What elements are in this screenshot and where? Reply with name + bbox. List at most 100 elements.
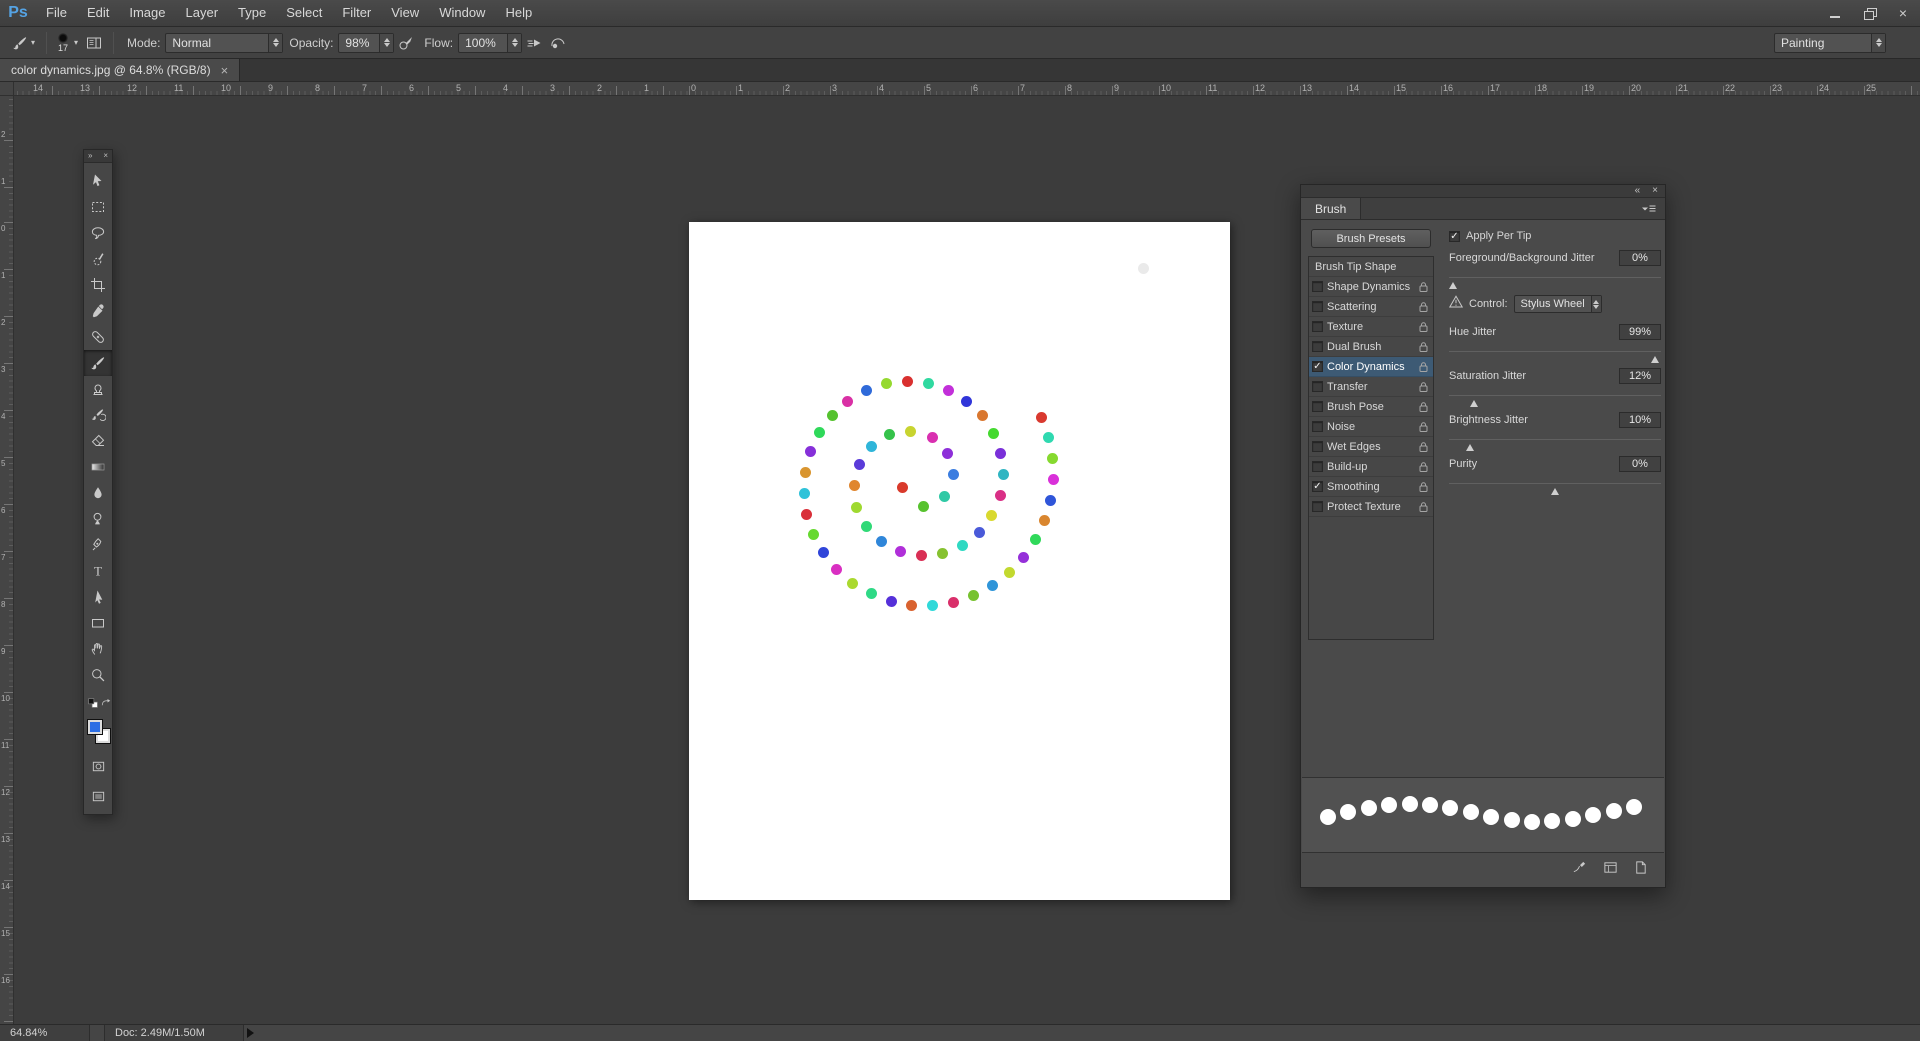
brush-setting-build-up[interactable]: Build-up xyxy=(1309,457,1433,477)
flow-select[interactable]: 100% xyxy=(458,32,523,53)
checkbox-brush-pose[interactable] xyxy=(1312,401,1323,412)
brush-setting-smoothing[interactable]: ✓ Smoothing xyxy=(1309,477,1433,497)
lock-icon[interactable] xyxy=(1418,401,1429,413)
quick-mask-button[interactable] xyxy=(84,754,112,778)
lock-icon[interactable] xyxy=(1418,421,1429,433)
vertical-ruler[interactable]: 2 1 0 1 2 3 4 5 6 7 8 9 10 11 12 13 14 15 16 xyxy=(0,96,14,1024)
tool-pen[interactable] xyxy=(84,532,112,558)
lock-icon[interactable] xyxy=(1418,421,1429,433)
tool-preset-picker[interactable]: ▾ xyxy=(8,31,39,55)
lock-icon[interactable] xyxy=(1418,481,1429,493)
airbrush-button[interactable] xyxy=(522,31,546,55)
menu-select[interactable]: Select xyxy=(276,0,332,26)
foreground-background-jitter-slider[interactable] xyxy=(1449,269,1661,289)
slider-thumb[interactable] xyxy=(1466,440,1475,451)
checkbox-build-up[interactable] xyxy=(1312,461,1323,472)
brush-preset-picker[interactable]: 17 ▾ xyxy=(54,32,82,53)
apply-per-tip-option[interactable]: ✓ Apply Per Tip xyxy=(1449,227,1661,245)
collapse-panel-icon[interactable]: « xyxy=(1635,186,1641,196)
tool-lasso[interactable] xyxy=(84,220,112,246)
restore-button[interactable] xyxy=(1852,0,1886,26)
close-panel-icon[interactable]: × xyxy=(1652,186,1658,196)
pressure-size-button[interactable] xyxy=(546,31,570,55)
lock-icon[interactable] xyxy=(1418,461,1429,473)
opacity-select[interactable]: 98% xyxy=(338,32,395,53)
tool-eraser[interactable] xyxy=(84,428,112,454)
slider-thumb[interactable] xyxy=(1449,278,1458,289)
brush-setting-transfer[interactable]: Transfer xyxy=(1309,377,1433,397)
lock-icon[interactable] xyxy=(1418,441,1429,453)
hue-jitter-slider[interactable] xyxy=(1449,343,1661,363)
tool-crop[interactable] xyxy=(84,272,112,298)
panel-menu-icon[interactable] xyxy=(1641,198,1665,219)
brush-setting-color-dynamics[interactable]: ✓ Color Dynamics xyxy=(1309,357,1433,377)
menu-file[interactable]: File xyxy=(36,0,77,26)
checkbox-dual-brush[interactable] xyxy=(1312,341,1323,352)
menu-image[interactable]: Image xyxy=(119,0,175,26)
tool-type[interactable]: T xyxy=(84,558,112,584)
menu-filter[interactable]: Filter xyxy=(332,0,381,26)
tool-path-select[interactable] xyxy=(84,584,112,610)
checkbox-shape-dynamics[interactable] xyxy=(1312,281,1323,292)
menu-edit[interactable]: Edit xyxy=(77,0,119,26)
saturation-jitter-value[interactable]: 12% xyxy=(1619,368,1661,384)
foreground-background-jitter-value[interactable]: 0% xyxy=(1619,250,1661,266)
lock-icon[interactable] xyxy=(1418,341,1429,353)
checkbox-scattering[interactable] xyxy=(1312,301,1323,312)
lock-icon[interactable] xyxy=(1418,501,1429,513)
swap-colors-icon[interactable] xyxy=(100,696,112,715)
brush-setting-brush-pose[interactable]: Brush Pose xyxy=(1309,397,1433,417)
lock-icon[interactable] xyxy=(1418,441,1429,453)
menu-type[interactable]: Type xyxy=(228,0,276,26)
brush-setting-brush-tip-shape[interactable]: Brush Tip Shape xyxy=(1309,257,1433,277)
brush-setting-noise[interactable]: Noise xyxy=(1309,417,1433,437)
brush-presets-button[interactable]: Brush Presets xyxy=(1311,229,1431,248)
apply-per-tip-checkbox[interactable]: ✓ xyxy=(1449,230,1460,242)
lock-icon[interactable] xyxy=(1418,281,1429,293)
hue-jitter-value[interactable]: 99% xyxy=(1619,324,1661,340)
tool-quick-select[interactable] xyxy=(84,246,112,272)
minimize-button[interactable] xyxy=(1818,0,1852,26)
checkbox-transfer[interactable] xyxy=(1312,381,1323,392)
brightness-jitter-value[interactable]: 10% xyxy=(1619,412,1661,428)
zoom-level-field[interactable]: 64.84% xyxy=(0,1025,90,1041)
tool-clone-stamp[interactable] xyxy=(84,376,112,402)
lock-icon[interactable] xyxy=(1418,301,1429,313)
brush-setting-texture[interactable]: Texture xyxy=(1309,317,1433,337)
tool-shape[interactable] xyxy=(84,610,112,636)
checkbox-wet-edges[interactable] xyxy=(1312,441,1323,452)
brightness-jitter-slider[interactable] xyxy=(1449,431,1661,451)
checkbox-noise[interactable] xyxy=(1312,421,1323,432)
tool-healing[interactable] xyxy=(84,324,112,350)
slider-thumb[interactable] xyxy=(1470,396,1479,407)
open-preset-manager-icon[interactable] xyxy=(1602,860,1619,880)
slider-thumb[interactable] xyxy=(1551,484,1559,495)
lock-icon[interactable] xyxy=(1418,321,1429,333)
lock-icon[interactable] xyxy=(1418,361,1429,373)
default-colors-icon[interactable] xyxy=(86,696,100,715)
lock-icon[interactable] xyxy=(1418,381,1429,393)
menu-window[interactable]: Window xyxy=(429,0,495,26)
tool-move[interactable] xyxy=(84,168,112,194)
close-panel-icon[interactable]: × xyxy=(103,152,108,160)
lock-icon[interactable] xyxy=(1418,301,1429,313)
brush-setting-shape-dynamics[interactable]: Shape Dynamics xyxy=(1309,277,1433,297)
tool-hand[interactable] xyxy=(84,636,112,662)
checkbox-texture[interactable] xyxy=(1312,321,1323,332)
purity-value[interactable]: 0% xyxy=(1619,456,1661,472)
lock-icon[interactable] xyxy=(1418,401,1429,413)
brush-setting-protect-texture[interactable]: Protect Texture xyxy=(1309,497,1433,517)
lock-icon[interactable] xyxy=(1418,341,1429,353)
toggle-brush-panel-button[interactable] xyxy=(82,31,106,55)
slider-thumb[interactable] xyxy=(1650,352,1659,363)
tool-blur[interactable] xyxy=(84,480,112,506)
document-tab[interactable]: color dynamics.jpg @ 64.8% (RGB/8) × xyxy=(0,59,241,81)
checkbox-smoothing[interactable]: ✓ xyxy=(1312,481,1323,492)
checkbox-protect-texture[interactable] xyxy=(1312,501,1323,512)
close-button[interactable]: × xyxy=(1886,0,1920,26)
purity-slider[interactable] xyxy=(1449,475,1661,495)
brush-panel-tab[interactable]: Brush xyxy=(1301,198,1362,219)
control-select[interactable]: Stylus Wheel xyxy=(1513,295,1602,313)
brush-setting-scattering[interactable]: Scattering xyxy=(1309,297,1433,317)
foreground-color-swatch[interactable] xyxy=(87,719,103,735)
